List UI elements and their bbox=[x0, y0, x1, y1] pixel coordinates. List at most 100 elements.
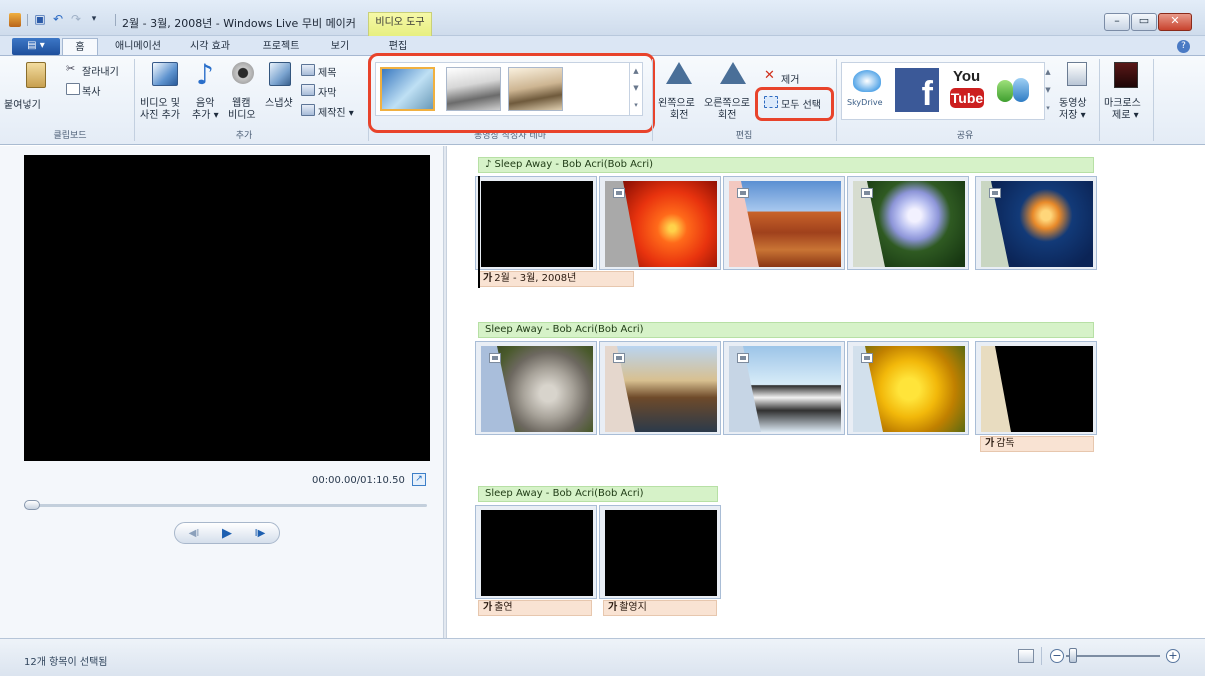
tab-visual-effects[interactable]: 시각 효과 bbox=[178, 38, 242, 56]
redo-icon[interactable]: ↷ bbox=[68, 12, 84, 26]
rotate-right-label-2: 회전 bbox=[718, 110, 737, 121]
transition-icon bbox=[613, 353, 625, 363]
caption-bar[interactable]: 가 감독 bbox=[980, 436, 1094, 452]
rotate-left-button[interactable]: 왼쪽으로 회전 bbox=[656, 60, 704, 122]
seek-bar-thumb[interactable] bbox=[24, 500, 40, 510]
clip-closing-black[interactable] bbox=[975, 341, 1097, 435]
macros-button[interactable]: 마크로스 제로 ▾ bbox=[1102, 60, 1150, 122]
copy-label: 복사 bbox=[82, 87, 101, 98]
maximize-button[interactable]: ▭ bbox=[1131, 13, 1157, 31]
rotate-right-button[interactable]: 오른쪽으로 회전 bbox=[704, 60, 760, 122]
thumbnail-size-icon[interactable] bbox=[1018, 649, 1034, 663]
share-skydrive-button[interactable]: SkyDrive bbox=[845, 66, 889, 116]
video-preview-screen[interactable] bbox=[24, 155, 430, 461]
next-frame-button[interactable]: Ⅰ▶ bbox=[246, 525, 274, 542]
remove-x-icon: ✕ bbox=[764, 68, 775, 83]
clip-chrysanthemum[interactable] bbox=[599, 176, 721, 270]
clip-penguins[interactable] bbox=[723, 341, 845, 435]
music-track-bar[interactable]: Sleep Away - Bob Acri(Bob Acri) bbox=[478, 322, 1094, 338]
snapshot-icon bbox=[269, 62, 291, 86]
file-menu-button[interactable]: ▤ ▾ bbox=[12, 38, 60, 55]
previous-frame-button[interactable]: ◀Ⅰ bbox=[180, 525, 208, 542]
zoom-slider-thumb[interactable] bbox=[1069, 648, 1077, 663]
tab-animations[interactable]: 애니메이션 bbox=[106, 38, 170, 56]
save-icon[interactable]: ▣ bbox=[32, 12, 48, 26]
clip-lighthouse[interactable] bbox=[599, 341, 721, 435]
editing-group-label: 편집 bbox=[735, 131, 753, 141]
tab-project[interactable]: 프로젝트 bbox=[252, 38, 310, 56]
transition-icon bbox=[861, 353, 873, 363]
clip-thumbnail bbox=[981, 346, 1093, 432]
caption-button[interactable]: 자막 bbox=[301, 83, 351, 99]
play-button[interactable]: ▶ bbox=[213, 525, 241, 542]
minimize-button[interactable]: – bbox=[1104, 13, 1130, 31]
zoom-slider-track[interactable] bbox=[1066, 655, 1160, 657]
clip-thumbnail bbox=[605, 510, 717, 596]
paste-button[interactable]: 붙여넣기 bbox=[4, 60, 54, 112]
clip-credits-location-black[interactable] bbox=[599, 505, 721, 599]
zoom-in-icon[interactable]: + bbox=[1166, 649, 1180, 663]
caption-bar[interactable]: 가 촬영지 bbox=[603, 600, 717, 616]
clipboard-group-label: 클립보드 bbox=[53, 131, 87, 141]
highlight-select-all-annotation bbox=[755, 87, 834, 121]
credits-button[interactable]: 제작진 ▾ bbox=[301, 103, 365, 119]
caption-text: 2월 - 3월, 2008년 bbox=[494, 273, 577, 284]
clip-hydrangeas[interactable] bbox=[847, 176, 969, 270]
transition-icon bbox=[489, 353, 501, 363]
clip-title-black[interactable] bbox=[475, 176, 597, 270]
save-movie-button[interactable]: 동영상 저장 ▾ bbox=[1055, 60, 1097, 122]
save-movie-icon bbox=[1067, 62, 1087, 86]
share-group-label: 공유 bbox=[956, 131, 974, 141]
title-button[interactable]: 제목 bbox=[301, 63, 351, 79]
group-separator bbox=[836, 59, 837, 141]
cut-button[interactable]: ✂ 잘라내기 bbox=[66, 62, 132, 78]
qat-customize-icon[interactable]: ▾ bbox=[86, 12, 102, 26]
film-photo-icon bbox=[152, 62, 178, 86]
webcam-video-button[interactable]: 웹캠 비디오 bbox=[228, 60, 258, 122]
add-music-button[interactable]: ♪ 음악 추가 ▾ bbox=[192, 60, 222, 122]
copy-button[interactable]: 복사 bbox=[66, 82, 116, 98]
skydrive-label: SkyDrive bbox=[847, 98, 883, 107]
add-videos-photos-button[interactable]: 비디오 및 사진 추가 bbox=[140, 60, 192, 122]
share-youtube-button[interactable]: You Tube bbox=[947, 68, 987, 112]
clip-thumbnail bbox=[605, 346, 717, 432]
cut-label: 잘라내기 bbox=[82, 67, 119, 78]
webcam-icon bbox=[232, 62, 254, 84]
caption-icon: 가 bbox=[985, 438, 995, 449]
close-button[interactable]: ✕ bbox=[1158, 13, 1192, 31]
music-track-bar[interactable]: ♪ Sleep Away - Bob Acri(Bob Acri) bbox=[478, 157, 1094, 173]
share-scroll-buttons[interactable]: ▲ ▼ ▾ bbox=[1043, 63, 1053, 119]
caption-bar[interactable]: 가 2월 - 3월, 2008년 bbox=[478, 271, 634, 287]
clip-koala[interactable] bbox=[475, 341, 597, 435]
zoom-out-icon[interactable]: − bbox=[1050, 649, 1064, 663]
clip-tulips[interactable] bbox=[847, 341, 969, 435]
music-track-bar[interactable]: Sleep Away - Bob Acri(Bob Acri) bbox=[478, 486, 718, 502]
remove-button[interactable]: ✕ 제거 bbox=[764, 68, 812, 86]
transition-icon bbox=[989, 188, 1001, 198]
help-icon[interactable]: ? bbox=[1177, 40, 1190, 53]
group-separator bbox=[652, 59, 653, 141]
snapshot-button[interactable]: 스냅샷 bbox=[263, 60, 297, 122]
webcam-label-2: 비디오 bbox=[228, 110, 256, 121]
caption-bar[interactable]: 가 출연 bbox=[478, 600, 592, 616]
undo-icon[interactable]: ↶ bbox=[50, 12, 66, 26]
storyboard-playhead[interactable] bbox=[478, 176, 480, 288]
clip-credits-cast-black[interactable] bbox=[475, 505, 597, 599]
tab-home[interactable]: 홈 bbox=[62, 38, 98, 56]
tab-view[interactable]: 보기 bbox=[320, 38, 360, 56]
seek-bar[interactable] bbox=[24, 504, 427, 507]
clip-jellyfish[interactable] bbox=[975, 176, 1097, 270]
share-messenger-button[interactable] bbox=[993, 72, 1037, 108]
save-movie-label-2: 저장 ▾ bbox=[1059, 110, 1086, 121]
share-facebook-button[interactable]: f bbox=[895, 68, 939, 113]
qat-separator bbox=[115, 14, 116, 26]
clip-thumbnail bbox=[481, 510, 593, 596]
clip-desert[interactable] bbox=[723, 176, 845, 270]
highlight-themes-annotation bbox=[368, 53, 655, 133]
group-separator bbox=[134, 59, 135, 141]
fullscreen-preview-icon[interactable]: ↗ bbox=[412, 473, 426, 486]
messenger-person-green-icon bbox=[997, 80, 1013, 102]
clip-thumbnail bbox=[729, 181, 841, 267]
app-icon[interactable] bbox=[9, 13, 21, 27]
clip-thumbnail bbox=[481, 181, 593, 267]
